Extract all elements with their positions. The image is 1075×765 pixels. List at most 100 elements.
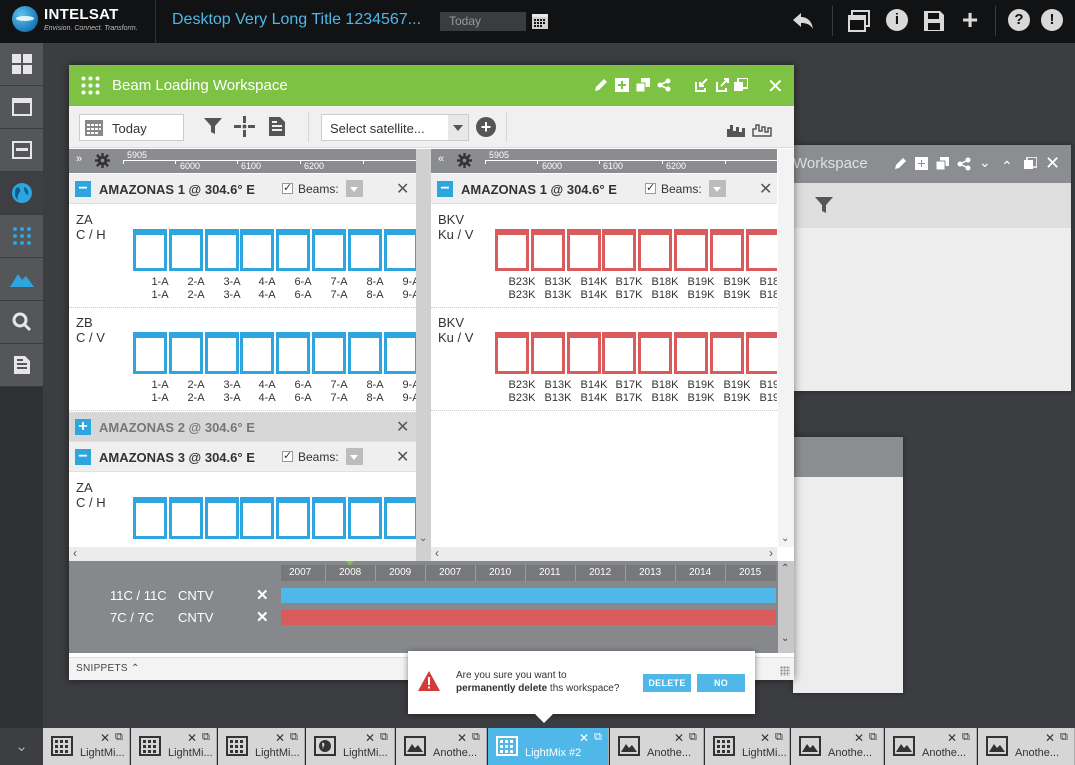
close-icon[interactable]: ✕ xyxy=(759,179,772,199)
close-icon[interactable]: ✕ xyxy=(674,731,684,745)
pop-out-icon[interactable]: ⧉ xyxy=(202,731,210,744)
taskbar-item[interactable]: Anothe... ✕ ⧉ xyxy=(791,728,884,765)
close-icon[interactable]: ✕ xyxy=(767,74,784,99)
transponder-cell[interactable] xyxy=(205,497,239,539)
document-icon[interactable] xyxy=(269,117,285,136)
transponder-cell[interactable] xyxy=(240,229,274,271)
transponder-cell[interactable] xyxy=(240,332,274,374)
scroll-up-icon[interactable]: ⌃ xyxy=(781,563,789,574)
background-window-header[interactable]: Workspace ⌄ ⌃ ✕ xyxy=(793,145,1071,183)
transponder-cell[interactable] xyxy=(169,229,203,271)
satellite-select[interactable]: Select satellite... xyxy=(321,114,469,141)
horizontal-scrollbar[interactable]: ‹ › xyxy=(69,546,426,561)
no-button[interactable]: NO xyxy=(697,674,745,692)
close-icon[interactable]: ✕ xyxy=(760,731,770,745)
close-icon[interactable]: ✕ xyxy=(579,731,589,745)
add-box-icon[interactable] xyxy=(615,78,629,92)
scroll-down-icon[interactable]: ⌄ xyxy=(419,533,427,544)
info-icon[interactable]: i xyxy=(886,9,908,31)
add-box-icon[interactable] xyxy=(915,157,928,170)
vertical-scrollbar[interactable]: ⌄ xyxy=(778,149,794,547)
background-workspace-window[interactable]: Workspace ⌄ ⌃ ✕ xyxy=(793,145,1071,391)
transponder-cell[interactable] xyxy=(276,229,310,271)
transponder-cell[interactable] xyxy=(169,497,203,539)
transponder-cell[interactable] xyxy=(602,229,636,271)
gear-icon[interactable] xyxy=(457,153,472,168)
close-icon[interactable]: ✕ xyxy=(275,731,285,745)
taskbar-item[interactable]: LightMi... ✕ ⧉ xyxy=(218,728,305,765)
close-icon[interactable]: ✕ xyxy=(396,447,409,467)
transponder-cell[interactable] xyxy=(495,332,529,374)
satellite-header[interactable]: − AMAZONAS 1 @ 304.6° E Beams: ✕ xyxy=(431,174,777,204)
alert-icon[interactable]: ! xyxy=(1041,9,1063,31)
transponder-cell[interactable] xyxy=(746,332,777,374)
duplicate-icon[interactable] xyxy=(936,157,949,170)
pop-out-icon[interactable]: ⧉ xyxy=(1060,731,1068,744)
transponder-cell[interactable] xyxy=(312,497,346,539)
timeline-row[interactable]: 11C / 11C CNTV ✕ xyxy=(69,585,794,605)
transponder-cell[interactable] xyxy=(638,332,672,374)
scroll-left-icon[interactable]: ‹ xyxy=(73,546,77,560)
remove-row-icon[interactable]: ✕ xyxy=(256,608,269,626)
timeline-bar[interactable] xyxy=(281,610,776,625)
chevron-up-icon[interactable]: ⌃ xyxy=(1001,158,1013,175)
transponder-cell[interactable] xyxy=(312,229,346,271)
delete-button[interactable]: DELETE xyxy=(643,674,691,692)
timeline-row[interactable]: 7C / 7C CNTV ✕ xyxy=(69,607,794,627)
save-icon[interactable] xyxy=(923,10,945,32)
nav-grid[interactable] xyxy=(0,215,43,258)
pop-out-icon[interactable]: ⧉ xyxy=(869,731,877,744)
edit-icon[interactable] xyxy=(594,78,608,92)
close-icon[interactable]: ✕ xyxy=(396,179,409,199)
transponder-cell[interactable] xyxy=(567,229,601,271)
pop-out-icon[interactable]: ⧉ xyxy=(380,731,388,744)
collapse-icon[interactable]: − xyxy=(75,449,91,465)
scroll-down-icon[interactable]: ⌄ xyxy=(781,533,789,544)
pop-out-icon[interactable]: ⧉ xyxy=(472,731,480,744)
transponder-cell[interactable] xyxy=(567,332,601,374)
transponder-cell[interactable] xyxy=(384,332,418,374)
bar-chart-outline-icon[interactable] xyxy=(752,123,772,137)
nav-search[interactable] xyxy=(0,301,43,344)
collapse-taskbar-icon[interactable]: ⌄ xyxy=(0,728,43,765)
scroll-right-icon[interactable]: › xyxy=(769,546,773,560)
nav-globe[interactable] xyxy=(0,172,43,215)
undo-icon[interactable] xyxy=(792,12,814,30)
transponder-cell[interactable] xyxy=(133,229,167,271)
taskbar-item[interactable]: Anothe... ✕ ⧉ xyxy=(396,728,487,765)
nav-mountain[interactable] xyxy=(0,258,43,301)
pop-out-icon[interactable]: ⧉ xyxy=(775,731,783,744)
beams-checkbox[interactable] xyxy=(282,449,293,462)
taskbar-item[interactable]: LightMix #2 ✕ ⧉ xyxy=(488,728,609,765)
transponder-cell[interactable] xyxy=(348,332,382,374)
taskbar-item[interactable]: Anothe... ✕ ⧉ xyxy=(885,728,977,765)
nav-dashboard[interactable] xyxy=(0,43,43,86)
timeline-scrollbar[interactable]: ⌃ ⌄ xyxy=(778,561,794,653)
transponder-cell[interactable] xyxy=(348,229,382,271)
taskbar-item[interactable]: Anothe... ✕ ⧉ xyxy=(610,728,704,765)
satellite-header[interactable]: − AMAZONAS 3 @ 304.6° E Beams: ✕ xyxy=(69,442,426,472)
collapse-icon[interactable]: − xyxy=(437,181,453,197)
expand-icon[interactable]: » xyxy=(76,153,82,165)
taskbar-item[interactable]: LightMi... ✕ ⧉ xyxy=(43,728,130,765)
duplicate-icon[interactable] xyxy=(636,78,650,92)
transponder-cell[interactable] xyxy=(276,497,310,539)
taskbar-item[interactable]: LightMi... ✕ ⧉ xyxy=(131,728,217,765)
collapse-icon[interactable]: − xyxy=(75,181,91,197)
help-icon[interactable]: ? xyxy=(1008,9,1030,31)
pop-in-icon[interactable] xyxy=(695,78,709,92)
taskbar-item[interactable]: LightMi... ✕ ⧉ xyxy=(705,728,790,765)
beams-checkbox[interactable] xyxy=(282,181,293,194)
window-header[interactable]: Beam Loading Workspace ✕ xyxy=(69,65,794,106)
remove-row-icon[interactable]: ✕ xyxy=(256,586,269,604)
expand-plus-icon[interactable]: + xyxy=(75,419,91,435)
transponder-cell[interactable] xyxy=(710,229,744,271)
transponder-cell[interactable] xyxy=(133,497,167,539)
share-icon[interactable] xyxy=(957,157,971,171)
transponder-cell[interactable] xyxy=(276,332,310,374)
scroll-left-icon[interactable]: ‹ xyxy=(435,546,439,560)
pop-out-icon[interactable] xyxy=(716,78,730,92)
close-icon[interactable]: ✕ xyxy=(100,731,110,745)
transponder-cell[interactable] xyxy=(205,332,239,374)
transponder-cell[interactable] xyxy=(169,332,203,374)
